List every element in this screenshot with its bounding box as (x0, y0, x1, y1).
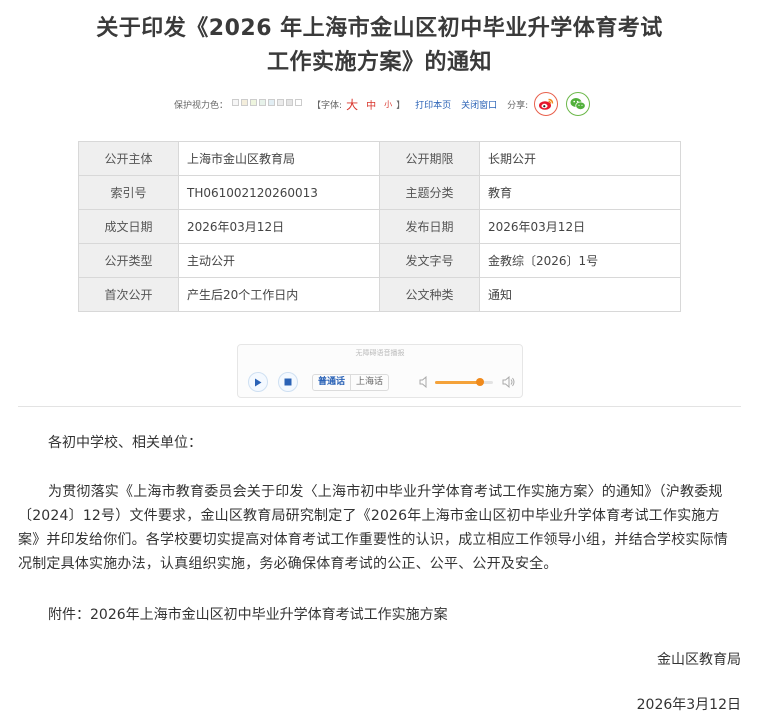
font-small-button[interactable]: 小 (384, 99, 392, 110)
volume-down-icon[interactable] (419, 376, 429, 388)
title-line-1: 关于印发《2026 年上海市金山区初中毕业升学体育考试 (96, 16, 663, 41)
language-switch: 普通话 上海话 (312, 374, 390, 391)
weibo-share-button[interactable] (534, 92, 559, 116)
metadata-value: 教育 (479, 175, 681, 210)
metadata-row: 公开主体 上海市金山区教育局 公开期限 长期公开 (78, 141, 681, 176)
player-hint: 无障碍语音播报 (355, 349, 405, 357)
signature-date: 2026年3月12日 (636, 697, 741, 713)
metadata-row: 索引号 TH061002120260013 主题分类 教育 (78, 175, 681, 210)
lang-shanghainese-button[interactable]: 上海话 (350, 375, 388, 390)
play-icon (255, 378, 262, 386)
toolbar: 保护视力色： 【字体: 大 中 小 】 打印本页 关闭窗口 分享: (174, 92, 591, 116)
weibo-icon (539, 98, 554, 110)
stop-button[interactable] (278, 372, 298, 392)
wechat-icon (570, 98, 586, 110)
volume-slider-handle[interactable] (476, 378, 485, 386)
greeting: 各初中学校、相关单位： (48, 435, 202, 451)
eye-color-swatches (230, 99, 303, 109)
metadata-key: 发布日期 (379, 209, 480, 244)
content-divider (18, 406, 741, 407)
metadata-value: 金教综〔2026〕1号 (479, 243, 681, 278)
metadata-value: 长期公开 (479, 141, 681, 176)
font-size-close: 】 (396, 100, 406, 111)
metadata-key: 公开主体 (78, 141, 179, 176)
metadata-key: 成文日期 (78, 209, 179, 244)
play-button[interactable] (248, 372, 268, 392)
audio-player: 无障碍语音播报 普通话 上海话 (237, 344, 523, 398)
metadata-row: 成文日期 2026年03月12日 发布日期 2026年03月12日 (78, 209, 681, 244)
volume-slider[interactable] (435, 378, 493, 386)
font-large-button[interactable]: 大 (346, 96, 358, 113)
metadata-value: 上海市金山区教育局 (178, 141, 380, 176)
lang-mandarin-button[interactable]: 普通话 (313, 375, 350, 390)
metadata-value: 2026年03月12日 (178, 209, 380, 244)
eye-color-swatch[interactable] (277, 99, 285, 106)
metadata-key: 公开期限 (379, 141, 480, 176)
eye-color-swatch[interactable] (250, 99, 258, 106)
metadata-key: 主题分类 (379, 175, 480, 210)
eye-color-swatch[interactable] (295, 99, 303, 106)
print-page-link[interactable]: 打印本页 (415, 98, 451, 111)
metadata-row: 首次公开 产生后20个工作日内 公文种类 通知 (78, 277, 681, 312)
eye-color-swatch[interactable] (259, 99, 267, 106)
close-window-link[interactable]: 关闭窗口 (461, 98, 497, 111)
eye-color-swatch[interactable] (232, 99, 240, 106)
attachment-line: 附件：2026年上海市金山区初中毕业升学体育考试工作实施方案 (48, 607, 448, 623)
eye-color-swatch[interactable] (268, 99, 276, 106)
metadata-key: 首次公开 (78, 277, 179, 312)
metadata-value: 主动公开 (178, 243, 380, 278)
font-size-label: 【字体: (312, 100, 343, 111)
eye-color-swatch[interactable] (286, 99, 294, 106)
metadata-table: 公开主体 上海市金山区教育局 公开期限 长期公开 索引号 TH06100212026001… (78, 141, 681, 312)
metadata-value: 产生后20个工作日内 (178, 277, 380, 312)
metadata-value: 通知 (479, 277, 681, 312)
signature-org: 金山区教育局 (657, 652, 741, 668)
wechat-share-button[interactable] (566, 92, 591, 116)
volume-slider-fill (435, 381, 481, 384)
eye-color-swatch[interactable] (241, 99, 249, 106)
volume-up-icon[interactable] (502, 376, 516, 388)
protect-eyes-label: 保护视力色： (174, 100, 229, 111)
font-medium-button[interactable]: 中 (366, 97, 376, 112)
title-line-2: 工作实施方案》的通知 (266, 50, 492, 75)
metadata-row: 公开类型 主动公开 发文字号 金教综〔2026〕1号 (78, 243, 681, 278)
metadata-value: TH061002120260013 (178, 175, 380, 210)
metadata-key: 索引号 (78, 175, 179, 210)
metadata-value: 2026年03月12日 (479, 209, 681, 244)
page-title: 关于印发《2026 年上海市金山区初中毕业升学体育考试 工作实施方案》的通知 (0, 12, 759, 80)
share-label: 分享: (507, 100, 529, 111)
metadata-key: 公开类型 (78, 243, 179, 278)
metadata-key: 公文种类 (379, 277, 480, 312)
body-paragraph: 为贯彻落实《上海市教育委员会关于印发〈上海市初中毕业升学体育考试工作实施方案〉的… (18, 484, 728, 572)
metadata-key: 发文字号 (379, 243, 480, 278)
stop-icon (284, 378, 292, 386)
